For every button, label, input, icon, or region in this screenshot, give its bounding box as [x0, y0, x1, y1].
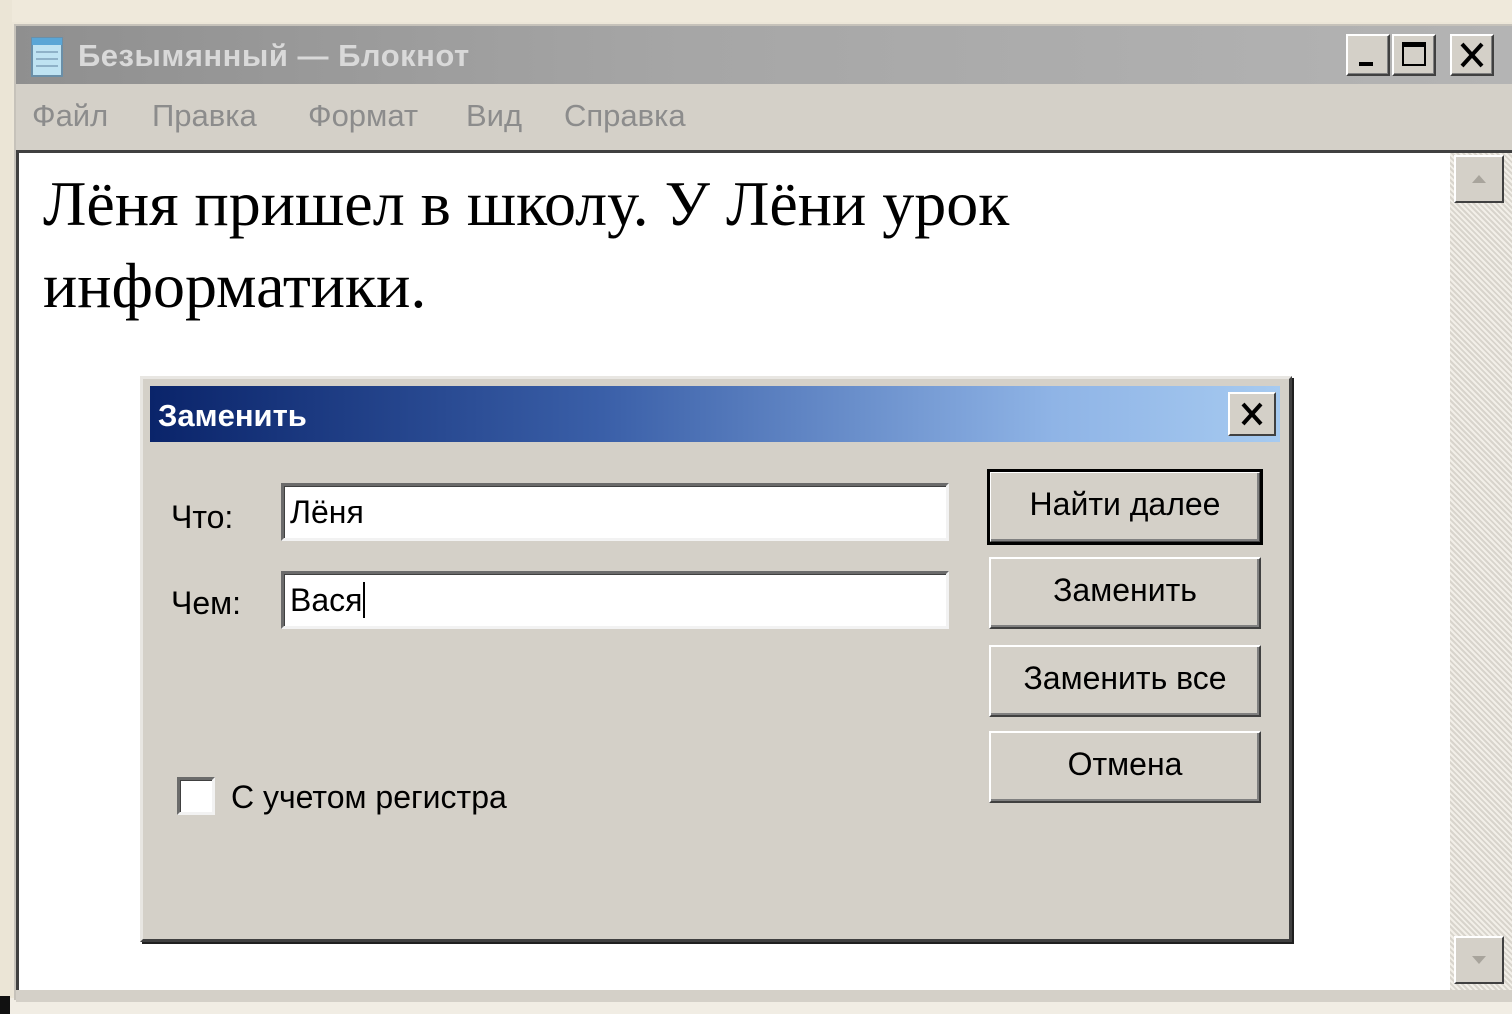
dialog-title: Заменить — [158, 398, 307, 433]
close-icon — [1241, 402, 1263, 426]
text-caret — [363, 582, 366, 618]
match-case-label[interactable]: С учетом регистра — [231, 779, 507, 816]
replace-dialog: Заменить Что: Лёня Чем: Вася Найти далее… — [140, 376, 1292, 942]
chevron-down-icon — [1472, 956, 1486, 964]
match-case-checkbox[interactable] — [177, 777, 215, 815]
window-title: Безымянный — Блокнот — [78, 38, 470, 73]
minimize-icon — [1359, 62, 1373, 66]
close-icon — [1460, 42, 1484, 68]
replace-with-input[interactable]: Вася — [281, 571, 949, 629]
cancel-button[interactable]: Отмена — [989, 731, 1261, 803]
find-what-label: Что: — [171, 499, 234, 535]
menu-view[interactable]: Вид — [466, 98, 522, 134]
desktop-background-left — [0, 0, 12, 1014]
menu-edit[interactable]: Правка — [152, 98, 257, 134]
replace-with-value: Вася — [290, 582, 363, 618]
dialog-titlebar[interactable]: Заменить — [150, 386, 1280, 442]
editor-text: Лёня пришел в школу. У Лёни урок информа… — [43, 168, 1010, 321]
scroll-up-button[interactable] — [1454, 155, 1504, 203]
replace-with-label: Чем: — [171, 585, 242, 621]
find-what-value: Лёня — [290, 494, 364, 530]
window-bottom-border — [16, 992, 1512, 1002]
chevron-up-icon — [1472, 175, 1486, 183]
vertical-scrollbar[interactable] — [1450, 150, 1512, 990]
scroll-down-button[interactable] — [1454, 936, 1504, 984]
find-next-button[interactable]: Найти далее — [987, 469, 1263, 545]
close-button[interactable] — [1450, 34, 1494, 76]
minimize-button[interactable] — [1346, 34, 1390, 76]
maximize-icon — [1402, 42, 1426, 66]
window-titlebar[interactable]: Безымянный — Блокнот — [16, 26, 1512, 84]
desktop-corner — [0, 996, 10, 1014]
desktop-background-top — [0, 0, 1512, 22]
replace-button[interactable]: Заменить — [989, 557, 1261, 629]
dialog-close-button[interactable] — [1228, 392, 1276, 436]
menu-bar: Файл Правка Формат Вид Справка — [16, 84, 1512, 148]
menu-help[interactable]: Справка — [564, 98, 686, 134]
menu-format[interactable]: Формат — [308, 98, 418, 134]
find-what-input[interactable]: Лёня — [281, 483, 949, 541]
menu-file[interactable]: Файл — [32, 98, 108, 134]
maximize-button[interactable] — [1392, 34, 1436, 76]
notepad-icon — [26, 34, 66, 78]
replace-all-button[interactable]: Заменить все — [989, 645, 1261, 717]
